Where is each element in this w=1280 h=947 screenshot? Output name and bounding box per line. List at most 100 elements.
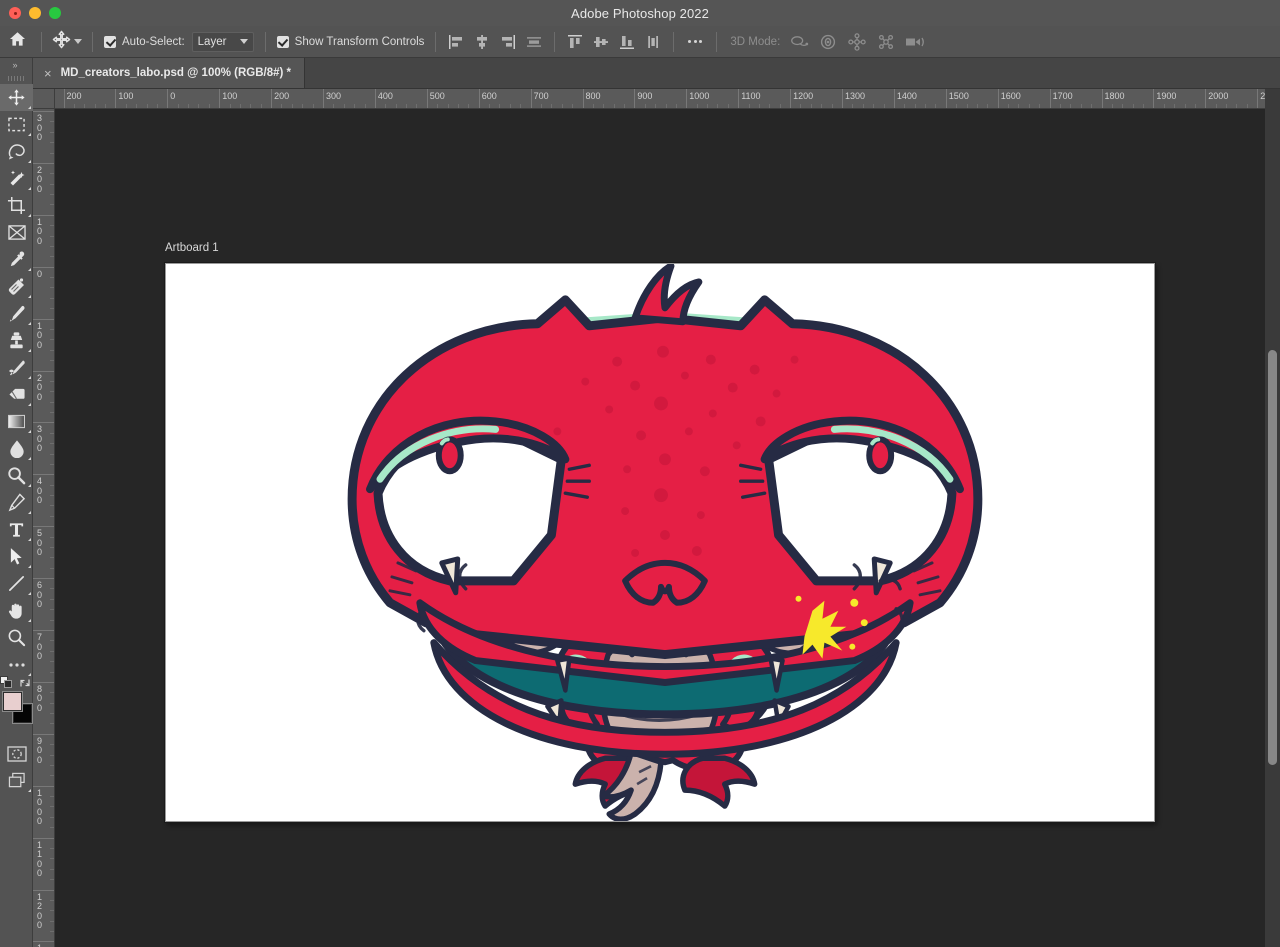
ruler-minor-tick — [50, 297, 54, 299]
drag-3d-button[interactable] — [844, 29, 870, 55]
rotate-3d-button[interactable] — [786, 29, 812, 55]
foreground-color-swatch[interactable] — [3, 692, 22, 711]
active-tool-button[interactable] — [49, 30, 85, 54]
tool-flyout-indicator-icon — [28, 619, 31, 622]
toolbar-divider — [673, 31, 675, 52]
eraser-tool[interactable] — [0, 381, 33, 408]
ruler-tick — [33, 578, 54, 580]
ruler-minor-tick — [312, 104, 314, 108]
ruler-minor-tick — [50, 754, 54, 756]
pen-tool[interactable] — [0, 489, 33, 516]
ruler-minor-tick — [592, 104, 594, 108]
ruler-minor-tick — [50, 515, 54, 517]
vertical-ruler[interactable]: 3002001000100200300400500600700800900100… — [33, 109, 55, 947]
ruler-origin-corner[interactable] — [33, 89, 55, 109]
brush-tool[interactable] — [0, 300, 33, 327]
ruler-minor-tick — [810, 104, 812, 108]
document-tab[interactable]: × MD_creators_labo.psd @ 100% (RGB/8#) * — [33, 58, 306, 88]
ruler-minor-tick — [50, 173, 54, 175]
dodge-tool[interactable] — [0, 462, 33, 489]
type-tool[interactable] — [0, 516, 33, 543]
eyedropper-tool[interactable] — [0, 246, 33, 273]
path-selection-tool[interactable] — [0, 543, 33, 570]
tool-chevron-down-icon[interactable] — [74, 39, 82, 44]
ruler-minor-tick — [509, 104, 511, 108]
canvas-area[interactable]: Artboard 1 — [55, 109, 1280, 947]
ruler-tick-label: 1100 — [37, 839, 43, 879]
clone-stamp-tool[interactable] — [0, 327, 33, 354]
ruler-minor-tick — [862, 104, 864, 108]
tools-panel-drag-handle[interactable] — [0, 72, 32, 84]
scale-3d-button[interactable] — [902, 29, 928, 55]
tool-flyout-indicator-icon — [28, 789, 31, 792]
ruler-minor-tick — [50, 910, 54, 912]
ruler-tick-label: 800 — [585, 91, 601, 101]
align-right-edges-button[interactable] — [495, 29, 521, 55]
align-bottom-edges-button[interactable] — [614, 29, 640, 55]
ellipsis-dot-icon — [688, 40, 692, 43]
chevron-down-icon — [239, 39, 248, 44]
crop-tool[interactable] — [0, 192, 33, 219]
ruler-minor-tick — [447, 104, 449, 108]
slide-3d-button[interactable] — [873, 29, 899, 55]
close-icon[interactable]: × — [44, 67, 52, 80]
ruler-minor-tick — [50, 858, 54, 860]
canvas-vertical-scrollbar[interactable] — [1265, 89, 1280, 947]
ruler-minor-tick — [50, 308, 54, 310]
ruler-minor-tick — [748, 104, 750, 108]
vertical-scrollbar-thumb[interactable] — [1268, 350, 1277, 765]
align-top-edges-button[interactable] — [562, 29, 588, 55]
quick-mask-button[interactable] — [0, 740, 33, 767]
tool-flyout-indicator-icon — [28, 376, 31, 379]
hand-tool[interactable] — [0, 597, 33, 624]
ruler-minor-tick — [156, 104, 158, 108]
object-selection-tool[interactable] — [0, 165, 33, 192]
gradient-tool[interactable] — [0, 408, 33, 435]
ruler-minor-tick — [50, 121, 54, 123]
distribute-vertically-button[interactable] — [640, 29, 666, 55]
red-monster-character — [347, 264, 983, 821]
horizontal-ruler[interactable]: 200 100 0 100 200 300 400 500 600 700 800 900 1000 11… — [55, 89, 1280, 109]
show-transform-controls-checkbox[interactable] — [276, 35, 289, 48]
rectangular-marquee-tool[interactable] — [0, 111, 33, 138]
more-options-button[interactable] — [681, 29, 709, 55]
artboard-label[interactable]: Artboard 1 — [165, 242, 219, 254]
blur-tool[interactable] — [0, 435, 33, 462]
screen-mode-button[interactable] — [0, 767, 33, 794]
ruler-tick — [33, 733, 54, 735]
ruler-minor-tick — [1143, 104, 1145, 108]
tool-flyout-indicator-icon — [28, 403, 31, 406]
auto-select-scope-dropdown[interactable]: Layer — [191, 31, 254, 52]
ruler-minor-tick — [50, 588, 54, 590]
ruler-minor-tick — [831, 104, 833, 108]
home-button[interactable] — [0, 31, 34, 52]
ruler-minor-tick — [50, 339, 54, 341]
move-tool[interactable] — [0, 84, 33, 111]
lasso-tool[interactable] — [0, 138, 33, 165]
ruler-tick — [33, 630, 54, 631]
distribute-horizontally-button[interactable] — [521, 29, 547, 55]
align-vertical-centers-button[interactable] — [588, 29, 614, 55]
ruler-minor-tick — [50, 640, 54, 642]
line-tool[interactable] — [0, 570, 33, 597]
roll-3d-button[interactable] — [815, 29, 841, 55]
ruler-tick-label: 900 — [637, 91, 653, 101]
zoom-tool[interactable] — [0, 624, 33, 651]
history-brush-tool[interactable] — [0, 354, 33, 381]
auto-select-checkbox[interactable] — [104, 35, 116, 48]
document-tab-label: MD_creators_labo.psd @ 100% (RGB/8#) * — [60, 67, 292, 79]
tools-panel-collapse-handle[interactable]: » — [0, 58, 32, 72]
align-horizontal-centers-button[interactable] — [469, 29, 495, 55]
ruler-minor-tick — [561, 104, 563, 108]
frame-tool[interactable] — [0, 219, 33, 246]
ruler-minor-tick — [50, 661, 54, 663]
spot-healing-brush-tool[interactable] — [0, 273, 33, 300]
align-left-edges-button[interactable] — [443, 29, 469, 55]
ruler-tick-label: 500 — [429, 91, 445, 101]
artboard-canvas[interactable] — [165, 263, 1155, 822]
ruler-minor-tick — [50, 536, 54, 538]
edit-toolbar-button[interactable] — [0, 651, 33, 678]
ruler-minor-tick — [50, 671, 54, 673]
ruler-minor-tick — [250, 104, 252, 108]
ruler-minor-tick — [707, 104, 709, 108]
